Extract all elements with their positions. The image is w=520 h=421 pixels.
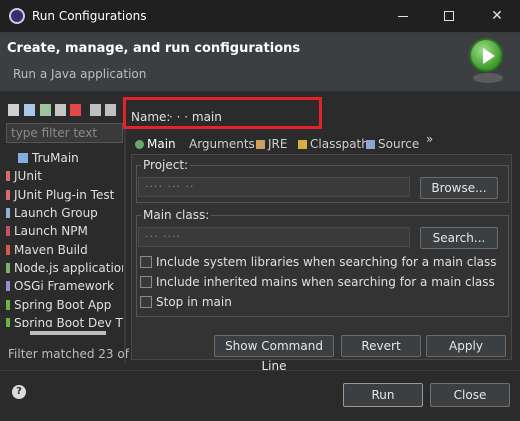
configuration-tree-panel: type filter text TruMain JUnit JUnit Plu… [4, 101, 140, 363]
delete-icon[interactable] [70, 104, 81, 116]
tree-toolbar [4, 101, 123, 121]
tree-item-label: Node.js application [14, 261, 123, 275]
help-icon[interactable]: ? [12, 385, 26, 399]
header-subtitle: Run a Java application [13, 67, 147, 81]
spring-boot-icon [6, 300, 10, 310]
project-field[interactable]: ···· ··· ·· [138, 177, 410, 197]
source-tab-icon [366, 140, 375, 149]
junit-plugin-icon [6, 190, 10, 200]
main-class-field[interactable]: ··· ···· [138, 227, 410, 247]
tab-label: Source [378, 137, 420, 151]
jre-tab-icon [256, 140, 265, 149]
header-title: Create, manage, and run configurations [7, 41, 301, 56]
tree-item-junit-plugin-test[interactable]: JUnit Plug-in Test [6, 186, 114, 204]
configuration-tree: TruMain JUnit JUnit Plug-in Test Launch … [4, 145, 123, 335]
checkbox-label: Include system libraries when searching … [156, 255, 497, 269]
filter-icon[interactable] [105, 104, 116, 116]
close-window-button[interactable]: ✕ [474, 0, 520, 32]
tab-label: Classpath [310, 137, 369, 151]
main-tab-icon [135, 140, 144, 149]
tree-horizontal-scrollbar[interactable] [4, 327, 123, 339]
dialog-header: Create, manage, and run configurations R… [0, 33, 520, 91]
include-system-libraries-checkbox[interactable]: Include system libraries when searching … [140, 254, 497, 270]
tree-item-maven-build[interactable]: Maven Build [6, 241, 88, 259]
tree-item-trumain[interactable]: TruMain [18, 149, 79, 167]
tab-arguments[interactable]: Arguments [189, 134, 255, 154]
name-highlight-box [123, 97, 322, 129]
tree-item-label: Launch Group [14, 206, 98, 220]
checkbox-box[interactable] [140, 256, 152, 268]
filter-input[interactable]: type filter text [6, 123, 123, 143]
main-tab-panel: Project: ···· ··· ·· Browse... Main clas… [131, 154, 512, 373]
checkbox-label: Stop in main [156, 295, 232, 309]
launch-group-icon [6, 208, 10, 218]
close-icon: ✕ [491, 8, 503, 24]
junit-icon [6, 171, 10, 181]
tree-item-label: TruMain [32, 151, 79, 165]
new-prototype-icon[interactable] [24, 104, 35, 116]
nodejs-icon [6, 263, 10, 273]
run-badge-shadow [473, 73, 503, 83]
filter-status: Filter matched 23 of 2 [8, 347, 141, 361]
maximize-button[interactable] [426, 0, 472, 32]
tab-classpath[interactable]: Classpath [298, 134, 369, 154]
minimize-icon [398, 15, 408, 17]
overflow-icon: » [426, 132, 434, 146]
tree-item-osgi[interactable]: OSGi Framework [6, 277, 114, 295]
tree-item-nodejs[interactable]: Node.js application [6, 259, 123, 277]
scrollbar-thumb[interactable] [30, 331, 106, 335]
main-class-label: Main class: [141, 208, 212, 222]
checkbox-label: Include inherited mains when searching f… [156, 275, 495, 289]
new-config-icon[interactable] [8, 104, 19, 116]
checkbox-box[interactable] [140, 276, 152, 288]
tree-item-label: OSGi Framework [14, 279, 114, 293]
tab-label: JRE [268, 137, 288, 151]
maven-icon [6, 245, 10, 255]
tab-jre[interactable]: JRE [256, 134, 287, 154]
export-icon[interactable] [40, 104, 51, 116]
tree-item-label: Spring Boot App [14, 298, 112, 312]
checkbox-box[interactable] [140, 296, 152, 308]
panel-splitter[interactable] [124, 101, 126, 363]
eclipse-icon [9, 8, 25, 24]
tree-item-spring-boot-app[interactable]: Spring Boot App [6, 296, 111, 314]
run-button[interactable]: Run [343, 383, 423, 407]
java-app-icon [18, 153, 28, 163]
include-inherited-mains-checkbox[interactable]: Include inherited mains when searching f… [140, 274, 495, 290]
classpath-tab-icon [298, 140, 307, 149]
tab-label: Arguments [189, 137, 255, 151]
search-button[interactable]: Search... [420, 227, 498, 249]
tree-item-label: Launch NPM [14, 224, 88, 238]
osgi-icon [6, 281, 10, 291]
stop-in-main-checkbox[interactable]: Stop in main [140, 294, 232, 310]
collapse-all-icon[interactable] [90, 104, 101, 116]
tab-source[interactable]: Source [366, 134, 419, 154]
show-command-line-button[interactable]: Show Command Line [214, 335, 334, 373]
title-bar: Run Configurations ✕ [0, 0, 520, 33]
tab-label: Main [147, 137, 176, 151]
window-title: Run Configurations [32, 9, 147, 23]
tree-item-label: JUnit [14, 169, 42, 183]
duplicate-icon[interactable] [55, 104, 66, 116]
maximize-icon [444, 11, 454, 21]
browse-button[interactable]: Browse... [420, 177, 498, 199]
tree-item-launch-group[interactable]: Launch Group [6, 204, 98, 222]
minimize-button[interactable] [380, 0, 426, 32]
apply-button[interactable]: Apply [426, 335, 506, 357]
tab-main[interactable]: Main [131, 134, 180, 154]
footer-separator [0, 370, 520, 371]
tree-item-junit[interactable]: JUnit [6, 167, 42, 185]
tree-item-label: JUnit Plug-in Test [14, 188, 115, 202]
tree-item-label: Maven Build [14, 243, 88, 257]
config-tabs: Main Arguments JRE Classpath Source » [131, 132, 516, 154]
revert-button[interactable]: Revert [341, 335, 421, 357]
npm-icon [6, 226, 10, 236]
project-label: Project: [141, 158, 191, 172]
run-badge-icon [469, 38, 503, 72]
tree-item-launch-npm[interactable]: Launch NPM [6, 222, 88, 240]
tabs-overflow[interactable]: » [426, 129, 433, 149]
configuration-editor: Name: · · · main Main Arguments JRE Clas… [127, 101, 516, 373]
close-button[interactable]: Close [430, 383, 510, 407]
